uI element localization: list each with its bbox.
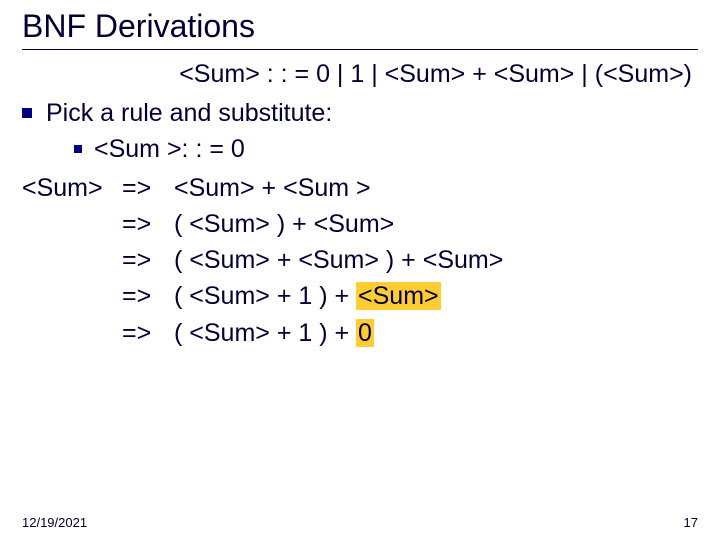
deriv-row-4: => ( <Sum> + 1 ) + <Sum>: [22, 278, 698, 314]
grammar-rule: <Sum> : : = 0 | 1 | <Sum> + <Sum> | (<Su…: [22, 60, 698, 89]
sub-bullet-1: <Sum >: : = 0: [74, 131, 698, 167]
deriv-rhs-4-pre: ( <Sum> + 1 ) +: [174, 282, 356, 310]
highlight-sum: <Sum>: [356, 282, 441, 310]
bullet-1: Pick a rule and substitute:: [22, 95, 698, 131]
bullet-icon: [22, 108, 32, 118]
deriv-arrow: =>: [122, 278, 174, 314]
deriv-rhs-3: ( <Sum> + <Sum> ) + <Sum>: [174, 242, 503, 278]
deriv-arrow: =>: [122, 242, 174, 278]
deriv-row-5: => ( <Sum> + 1 ) + 0: [22, 315, 698, 351]
deriv-rhs-1: <Sum> + <Sum >: [174, 170, 371, 206]
derivation-block: <Sum> => <Sum> + <Sum > => ( <Sum> ) + <…: [22, 170, 698, 351]
highlight-zero: 0: [356, 319, 374, 347]
deriv-arrow: =>: [122, 315, 174, 351]
footer-date: 12/19/2021: [22, 515, 87, 530]
deriv-arrow: =>: [122, 170, 174, 206]
deriv-rhs-5-pre: ( <Sum> + 1 ) +: [174, 319, 356, 347]
slide-body: Pick a rule and substitute: <Sum >: : = …: [22, 95, 698, 351]
sub-bullet-1-text: <Sum >: : = 0: [94, 131, 245, 167]
bullet-1-text: Pick a rule and substitute:: [46, 95, 332, 131]
slide: BNF Derivations <Sum> : : = 0 | 1 | <Sum…: [0, 0, 720, 540]
deriv-row-2: => ( <Sum> ) + <Sum>: [22, 206, 698, 242]
deriv-row-3: => ( <Sum> + <Sum> ) + <Sum>: [22, 242, 698, 278]
deriv-rhs-5: ( <Sum> + 1 ) + 0: [174, 315, 374, 351]
bullet-icon: [74, 145, 82, 153]
footer-page: 17: [684, 515, 698, 530]
deriv-arrow: =>: [122, 206, 174, 242]
footer: 12/19/2021 17: [22, 515, 698, 530]
deriv-rhs-2: ( <Sum> ) + <Sum>: [174, 206, 394, 242]
deriv-rhs-4: ( <Sum> + 1 ) + <Sum>: [174, 278, 441, 314]
slide-title: BNF Derivations: [22, 8, 698, 50]
deriv-row-1: <Sum> => <Sum> + <Sum >: [22, 170, 698, 206]
deriv-lhs: <Sum>: [22, 170, 122, 206]
